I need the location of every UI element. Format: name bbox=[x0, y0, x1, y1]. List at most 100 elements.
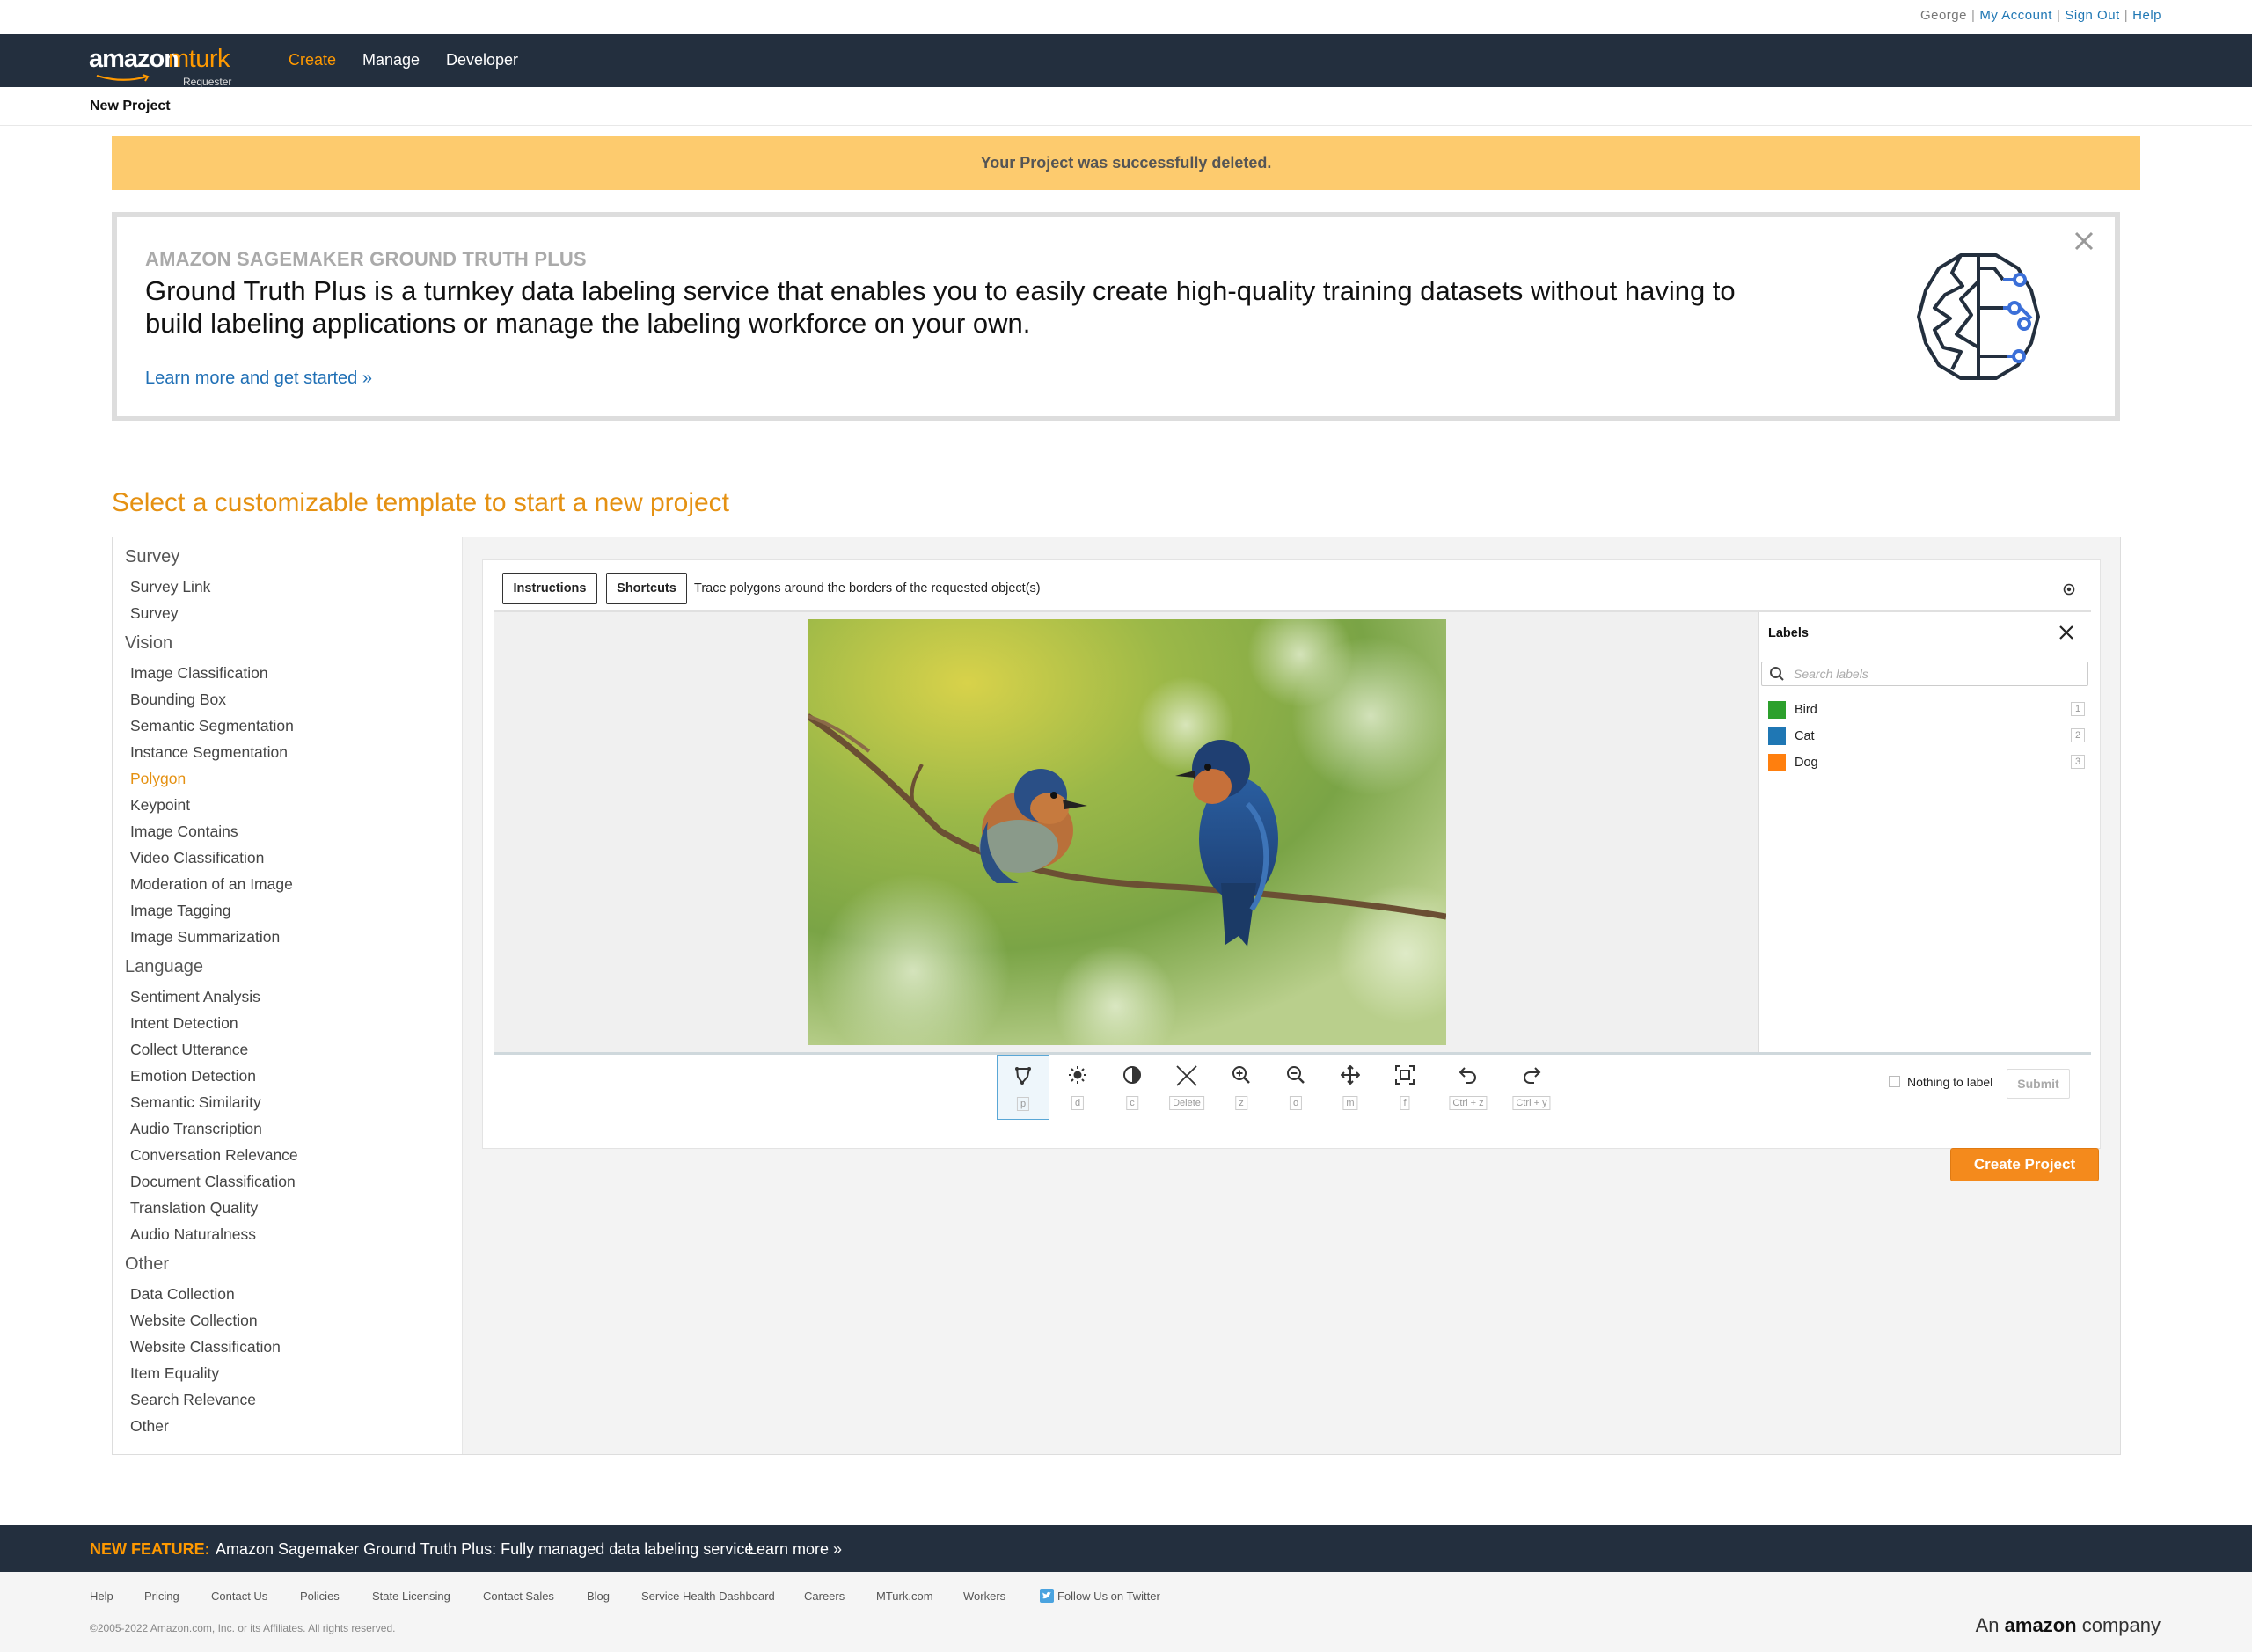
delete-tool[interactable]: Delete bbox=[1160, 1055, 1213, 1120]
label-search-field bbox=[1761, 662, 2088, 686]
brightness-icon bbox=[1069, 1066, 1086, 1084]
redo-tool[interactable]: Ctrl + y bbox=[1505, 1055, 1558, 1120]
category-vision: Vision bbox=[125, 633, 173, 653]
category-language: Language bbox=[125, 957, 203, 976]
template-document-classification[interactable]: Document Classification bbox=[130, 1173, 296, 1191]
template-audio-transcription[interactable]: Audio Transcription bbox=[130, 1120, 262, 1138]
undo-tool[interactable]: Ctrl + z bbox=[1442, 1055, 1495, 1120]
shortcuts-button[interactable]: Shortcuts bbox=[606, 573, 687, 604]
footer-link-contact-us[interactable]: Contact Us bbox=[211, 1590, 267, 1603]
close-icon[interactable] bbox=[2073, 230, 2095, 252]
template-conversation-relevance[interactable]: Conversation Relevance bbox=[130, 1146, 298, 1165]
template-sentiment-analysis[interactable]: Sentiment Analysis bbox=[130, 988, 260, 1006]
promo-headline: Ground Truth Plus is a turnkey data labe… bbox=[145, 275, 1736, 339]
template-emotion-detection[interactable]: Emotion Detection bbox=[130, 1067, 256, 1085]
template-audio-naturalness[interactable]: Audio Naturalness bbox=[130, 1225, 256, 1244]
template-translation-quality[interactable]: Translation Quality bbox=[130, 1199, 258, 1217]
subheader: New Project bbox=[0, 87, 2252, 126]
footer-link-service-health[interactable]: Service Health Dashboard bbox=[641, 1590, 775, 1603]
footer-link-twitter[interactable]: Follow Us on Twitter bbox=[1057, 1590, 1160, 1603]
template-survey-link[interactable]: Survey Link bbox=[130, 578, 210, 596]
contrast-tool[interactable]: c bbox=[1106, 1055, 1159, 1120]
label-item-dog[interactable]: Dog 3 bbox=[1768, 753, 2085, 772]
template-image-classification[interactable]: Image Classification bbox=[130, 664, 268, 683]
nothing-to-label-text: Nothing to label bbox=[1907, 1075, 1993, 1089]
template-intent-detection[interactable]: Intent Detection bbox=[130, 1014, 238, 1033]
sign-out-link[interactable]: Sign Out bbox=[2065, 8, 2119, 23]
label-shortcut-key: 3 bbox=[2071, 755, 2085, 769]
footer-link-state-licensing[interactable]: State Licensing bbox=[372, 1590, 450, 1603]
tool-shortcut: m bbox=[1342, 1096, 1358, 1110]
template-website-collection[interactable]: Website Collection bbox=[130, 1312, 258, 1330]
zoom-in-tool[interactable]: z bbox=[1215, 1055, 1268, 1120]
promo-learn-more-link[interactable]: Learn more and get started » bbox=[145, 369, 372, 389]
nav-create[interactable]: Create bbox=[289, 51, 336, 69]
separator: | bbox=[2124, 8, 2129, 23]
tool-shortcut: p bbox=[1016, 1097, 1030, 1111]
checkbox-box[interactable] bbox=[1889, 1075, 1900, 1087]
create-project-button[interactable]: Create Project bbox=[1950, 1148, 2099, 1181]
footer-link-policies[interactable]: Policies bbox=[300, 1590, 340, 1603]
tool-shortcut: o bbox=[1289, 1096, 1303, 1110]
template-instance-segmentation[interactable]: Instance Segmentation bbox=[130, 743, 288, 762]
template-website-classification[interactable]: Website Classification bbox=[130, 1338, 281, 1356]
template-image-summarization[interactable]: Image Summarization bbox=[130, 928, 280, 947]
template-image-tagging[interactable]: Image Tagging bbox=[130, 902, 231, 920]
polygon-tool[interactable]: p bbox=[997, 1055, 1049, 1120]
mturk-requester-logo[interactable]: amazon mturk Requester bbox=[89, 45, 238, 88]
footer-link-help[interactable]: Help bbox=[90, 1590, 113, 1603]
close-icon[interactable] bbox=[2058, 624, 2075, 641]
my-account-link[interactable]: My Account bbox=[1979, 8, 2052, 23]
template-video-classification[interactable]: Video Classification bbox=[130, 849, 264, 867]
new-feature-learn-more-link[interactable]: Learn more » bbox=[748, 1540, 842, 1559]
template-bounding-box[interactable]: Bounding Box bbox=[130, 691, 226, 709]
amazon-company-suffix: company bbox=[2081, 1614, 2161, 1636]
section-title: Select a customizable template to start … bbox=[112, 488, 730, 517]
footer-link-contact-sales[interactable]: Contact Sales bbox=[483, 1590, 554, 1603]
template-search-relevance[interactable]: Search Relevance bbox=[130, 1391, 256, 1409]
template-collect-utterance[interactable]: Collect Utterance bbox=[130, 1041, 248, 1059]
footer-link-mturk[interactable]: MTurk.com bbox=[876, 1590, 933, 1603]
label-search-input[interactable] bbox=[1794, 665, 2075, 683]
labels-title: Labels bbox=[1768, 626, 1809, 640]
footer-link-blog[interactable]: Blog bbox=[587, 1590, 610, 1603]
footer-link-careers[interactable]: Careers bbox=[804, 1590, 844, 1603]
tool-shortcut: z bbox=[1235, 1096, 1247, 1110]
template-item-equality[interactable]: Item Equality bbox=[130, 1364, 219, 1383]
tool-shortcut: Ctrl + z bbox=[1449, 1096, 1488, 1110]
label-item-bird[interactable]: Bird 1 bbox=[1768, 700, 2085, 720]
annotation-toolbar: p d c Delete z o m f Ctrl + z Ctrl + y N… bbox=[483, 1055, 2100, 1148]
move-tool[interactable]: m bbox=[1324, 1055, 1377, 1120]
help-link[interactable]: Help bbox=[2132, 8, 2161, 23]
template-semantic-similarity[interactable]: Semantic Similarity bbox=[130, 1093, 261, 1112]
brightness-tool[interactable]: d bbox=[1051, 1055, 1104, 1120]
template-data-collection[interactable]: Data Collection bbox=[130, 1285, 235, 1304]
new-feature-tag: NEW FEATURE: bbox=[90, 1540, 210, 1558]
template-preview: Instructions Shortcuts Trace polygons ar… bbox=[482, 559, 2101, 1149]
copyright: ©2005-2022 Amazon.com, Inc. or its Affil… bbox=[90, 1622, 396, 1634]
settings-gear-icon[interactable] bbox=[2062, 582, 2076, 596]
template-polygon[interactable]: Polygon bbox=[130, 770, 186, 788]
footer-link-pricing[interactable]: Pricing bbox=[144, 1590, 179, 1603]
nav-developer[interactable]: Developer bbox=[446, 51, 518, 69]
submit-button[interactable]: Submit bbox=[2007, 1069, 2070, 1099]
contrast-icon bbox=[1123, 1066, 1141, 1084]
template-image-contains[interactable]: Image Contains bbox=[130, 822, 238, 841]
template-keypoint[interactable]: Keypoint bbox=[130, 796, 190, 815]
footer-link-workers[interactable]: Workers bbox=[963, 1590, 1005, 1603]
label-color-swatch bbox=[1768, 754, 1786, 771]
nav-manage[interactable]: Manage bbox=[362, 51, 420, 69]
nothing-to-label-checkbox[interactable]: Nothing to label bbox=[1889, 1075, 1992, 1089]
instructions-button[interactable]: Instructions bbox=[502, 573, 597, 604]
fit-tool[interactable]: f bbox=[1378, 1055, 1431, 1120]
template-other[interactable]: Other bbox=[130, 1417, 169, 1436]
label-item-cat[interactable]: Cat 2 bbox=[1768, 727, 2085, 746]
zoom-out-tool[interactable]: o bbox=[1269, 1055, 1322, 1120]
image-canvas[interactable] bbox=[494, 612, 1758, 1052]
template-semantic-segmentation[interactable]: Semantic Segmentation bbox=[130, 717, 294, 735]
template-moderation-of-an-image[interactable]: Moderation of an Image bbox=[130, 875, 293, 894]
page-title: New Project bbox=[90, 99, 171, 113]
template-survey[interactable]: Survey bbox=[130, 604, 178, 623]
category-other: Other bbox=[125, 1254, 170, 1274]
account-links: George | My Account | Sign Out | Help bbox=[1920, 8, 2161, 23]
